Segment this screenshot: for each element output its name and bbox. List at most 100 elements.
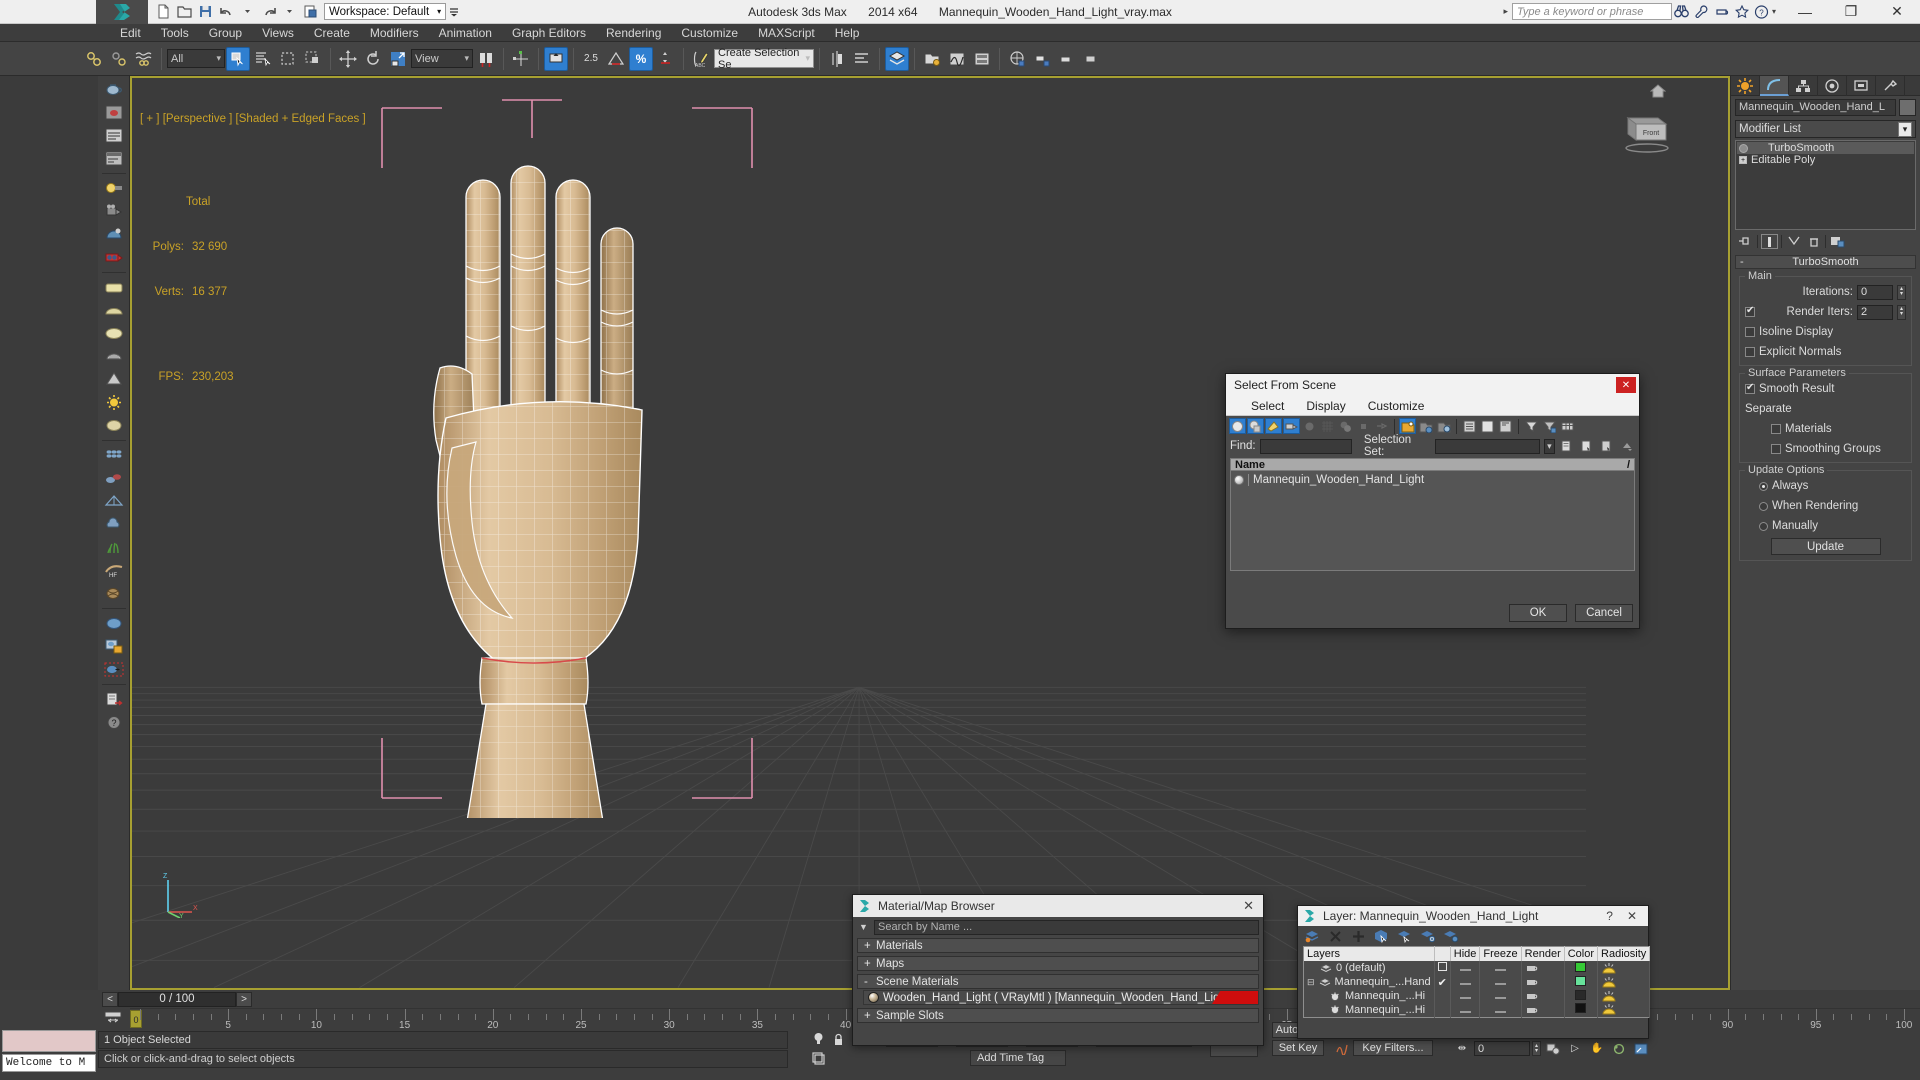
bind-to-space-warp-icon[interactable] xyxy=(132,47,156,71)
sort-arrow-icon[interactable]: / xyxy=(1627,459,1630,471)
layer-color-cell[interactable] xyxy=(1564,961,1599,975)
highlight-selected-objects-icon[interactable] xyxy=(1396,928,1412,944)
save-file-icon[interactable] xyxy=(196,2,215,21)
app-logo[interactable] xyxy=(96,0,148,24)
percent-snap-toggle-icon[interactable]: % xyxy=(629,46,653,71)
manually-radio[interactable] xyxy=(1759,521,1768,531)
isoline-display-checkbox[interactable] xyxy=(1745,327,1755,337)
project-folder-icon[interactable] xyxy=(301,2,320,21)
menu-item-help[interactable]: Help xyxy=(825,24,870,42)
spinner-snap-toggle-icon[interactable] xyxy=(654,47,678,71)
display-bones-icon[interactable] xyxy=(1373,418,1390,434)
material-map-browser[interactable]: Material/Map Browser ✕ ▼ Search by Name … xyxy=(852,894,1264,1046)
delete-layer-icon[interactable] xyxy=(1327,928,1343,944)
configure-modifier-sets-icon[interactable] xyxy=(1829,234,1846,249)
oval-primitive-icon[interactable] xyxy=(100,322,128,345)
select-layer-objects-icon[interactable] xyxy=(1373,928,1389,944)
blob-mesh-icon[interactable] xyxy=(100,467,128,490)
tab-modify[interactable] xyxy=(1760,76,1789,96)
frame-display[interactable]: 0 / 100 xyxy=(118,991,236,1007)
vray-dome-light-icon[interactable] xyxy=(100,223,128,246)
collapse-all-icon[interactable] xyxy=(1479,418,1496,434)
layer-help-button[interactable]: ? xyxy=(1606,909,1613,923)
render-production-icon[interactable] xyxy=(1080,47,1104,71)
render-setup-panel-icon[interactable] xyxy=(100,124,128,147)
layer-row[interactable]: Mannequin_...Hi xyxy=(1303,989,1651,1003)
search-options-caret-icon[interactable]: ▼ xyxy=(857,921,870,934)
material-sphere-icon[interactable] xyxy=(100,612,128,635)
dialog-close-button[interactable]: ✕ xyxy=(1616,377,1636,393)
track-bar-toggle-icon[interactable] xyxy=(100,1008,126,1028)
material-browser-title-bar[interactable]: Material/Map Browser ✕ xyxy=(853,895,1263,917)
menu-item-group[interactable]: Group xyxy=(199,24,252,42)
object-color-swatch[interactable] xyxy=(1899,99,1916,116)
render-iters-checkbox[interactable] xyxy=(1745,305,1755,317)
column-render[interactable]: Render xyxy=(1521,946,1565,961)
toggle-scene-explorer-icon[interactable] xyxy=(920,47,944,71)
binoculars-icon[interactable] xyxy=(1672,2,1692,22)
keyword-search-input[interactable]: Type a keyword or phrase xyxy=(1511,3,1672,20)
selection-set-chevron-icon[interactable]: ▾ xyxy=(1544,438,1555,454)
selection-set-dropdown-icon[interactable] xyxy=(1619,438,1635,454)
teapot-icon[interactable] xyxy=(1712,2,1732,22)
select-from-scene-dialog[interactable]: Select From Scene ✕ Select Display Custo… xyxy=(1225,373,1640,629)
wooden-hand-model[interactable] xyxy=(354,118,914,818)
layer-render-cell[interactable] xyxy=(1521,961,1565,975)
pin-stack-icon[interactable] xyxy=(1737,234,1754,249)
prev-frame-button[interactable]: < xyxy=(102,991,118,1007)
export-icon[interactable] xyxy=(100,688,128,711)
add-time-tag-label[interactable]: Add Time Tag xyxy=(970,1050,1066,1066)
layer-freeze-cell[interactable] xyxy=(1479,961,1522,975)
menu-item-graph-editors[interactable]: Graph Editors xyxy=(502,24,596,42)
minimize-button[interactable]: — xyxy=(1782,0,1828,24)
object-name-field[interactable]: Mannequin_Wooden_Hand_L xyxy=(1735,99,1896,116)
layer-settings-icon[interactable] xyxy=(1442,928,1458,944)
list-column-header[interactable]: Name / xyxy=(1230,458,1635,471)
layer-radiosity-cell[interactable] xyxy=(1597,975,1651,989)
cloud-volume-icon[interactable] xyxy=(100,513,128,536)
layer-radiosity-cell[interactable] xyxy=(1597,989,1651,1003)
angle-snap-toggle-icon[interactable] xyxy=(604,47,628,71)
layer-hide-cell[interactable] xyxy=(1450,961,1481,975)
cloth-simulation-icon[interactable] xyxy=(100,582,128,605)
new-file-icon[interactable] xyxy=(154,2,173,21)
layer-row[interactable]: ⊟ Mannequin_...Hand ✔ xyxy=(1303,975,1651,989)
redo-icon[interactable] xyxy=(259,2,278,21)
cone-primitive-icon[interactable] xyxy=(100,368,128,391)
use-pivot-point-center-icon[interactable] xyxy=(474,47,498,71)
layer-name-cell[interactable]: 0 (default) xyxy=(1303,961,1435,975)
layer-name-cell[interactable]: Mannequin_...Hi xyxy=(1303,989,1435,1003)
menu-item-edit[interactable]: Edit xyxy=(110,24,151,42)
column-toggle[interactable] xyxy=(1434,946,1451,961)
display-cameras-icon[interactable] xyxy=(1283,418,1300,434)
manually-row[interactable]: Manually xyxy=(1745,518,1906,534)
menu-item-create[interactable]: Create xyxy=(304,24,360,42)
display-groups-icon[interactable] xyxy=(1337,418,1354,434)
material-group-maps[interactable]: + Maps xyxy=(857,956,1259,971)
layer-freeze-cell[interactable] xyxy=(1479,1003,1522,1017)
iterations-input[interactable]: 0 xyxy=(1857,284,1893,300)
view-cube[interactable]: Front xyxy=(1614,108,1680,154)
layer-active-cell[interactable]: ✔ xyxy=(1434,975,1451,989)
scene-object-list[interactable]: Mannequin_Wooden_Hand_Light xyxy=(1230,471,1635,571)
layer-hide-cell[interactable] xyxy=(1450,975,1481,989)
render-iters-input[interactable]: 2 xyxy=(1857,304,1893,320)
display-dependents-icon[interactable] xyxy=(1435,418,1452,434)
mirror-icon[interactable] xyxy=(825,47,849,71)
display-lights-icon[interactable] xyxy=(1265,418,1282,434)
find-input[interactable] xyxy=(1259,438,1352,454)
column-radiosity[interactable]: Radiosity xyxy=(1597,946,1651,961)
layer-active-cell[interactable] xyxy=(1434,989,1451,1003)
open-file-icon[interactable] xyxy=(175,2,194,21)
scene-material-item[interactable]: Wooden_Hand_Light ( VRayMtl ) [Mannequin… xyxy=(863,990,1259,1005)
select-and-move-icon[interactable] xyxy=(336,47,360,71)
undo-dropdown-icon[interactable] xyxy=(238,2,257,21)
viewport-label[interactable]: [ + ] [Perspective ] [Shaded + Edged Fac… xyxy=(140,112,366,127)
undo-icon[interactable] xyxy=(217,2,236,21)
material-browser-icon[interactable] xyxy=(100,635,128,658)
material-search-input[interactable]: Search by Name ... xyxy=(874,919,1259,935)
edit-named-selection-sets-icon[interactable]: ABC xyxy=(689,47,713,71)
close-button[interactable]: ✕ xyxy=(1874,0,1920,24)
layer-hide-cell[interactable] xyxy=(1450,1003,1481,1017)
menu-item-modifiers[interactable]: Modifiers xyxy=(360,24,429,42)
